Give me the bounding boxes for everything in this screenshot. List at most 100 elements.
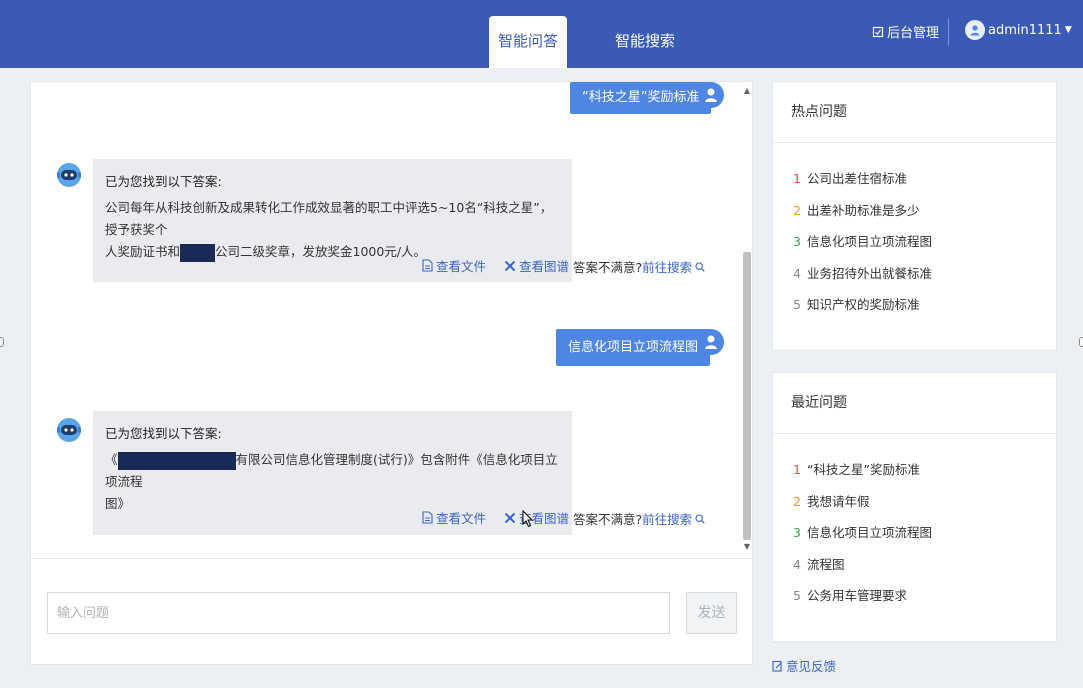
top-header: 智能问答 智能搜索 后台管理 admin1111 ▼ [0,0,1083,68]
hot-questions-card: 热点问题 1 公司出差住宿标准 2 出差补助标准是多少 3 信息化项目立项流程图 4业… [772,81,1057,351]
search-icon [695,513,705,524]
answer-text-line: 公司每年从科技创新及成果转化工作成效显著的职工中评选5~10名“科技之星”，授予… [105,200,553,237]
user-avatar-icon [698,82,724,108]
go-search-label: 前往搜索 [642,260,693,275]
hot-questions-list: 1 公司出差住宿标准 2 出差补助标准是多少 3 信息化项目立项流程图 4 业务招待外出… [773,143,1056,321]
send-button[interactable]: 发送 [686,592,737,634]
tab-smart-qa[interactable]: 智能问答 [489,16,567,68]
feedback-link[interactable]: 意见反馈 [772,656,836,675]
user-menu[interactable]: admin1111 ▼ [965,20,1072,40]
admin-icon [872,26,884,37]
item-text: 公司出差住宿标准 [807,171,908,186]
item-text: 信息化项目立项流程图 [807,234,933,250]
graph-icon [504,260,516,271]
hot-question-item[interactable]: 3 信息化项目立项流程图 [793,226,1056,258]
recent-questions-title: 最近问题 [773,373,1056,434]
view-graph-button[interactable]: 查看图谱 [504,508,569,527]
unsatisfied-prompt: 答案不满意? 前往搜索 [573,257,705,276]
answer-text-fragment: 公司二级奖章，发放奖金1000元/人。 [215,244,427,259]
item-text: 业务招待外出就餐标准 [807,265,933,281]
recent-question-item[interactable]: 4 流程图 [793,549,1056,581]
item-text: 知识产权的奖励标准 [807,297,920,313]
chat-messages: “科技之星”奖励标准 已为您找到以下答案: 公司每年从科技创新及成果转化工作成效… [31,82,739,558]
unsatisfied-label: 答案不满意? [573,260,643,275]
redacted-block [117,451,236,470]
recent-question-item[interactable]: 1 “科技之星”奖励标准 [793,454,1056,486]
scroll-down-arrow-icon[interactable]: ▼ [743,542,751,552]
recent-questions-list: 1 “科技之星”奖励标准 2 我想请年假 3 信息化项目立项流程图 4 流程图 5 公务用… [773,434,1056,612]
answer-text-line: 《有限公司信息化管理制度(试行)》包含附件《信息化项目立项流程 [105,449,560,493]
recent-question-item[interactable]: 3 信息化项目立项流程图 [793,517,1056,549]
item-text: 信息化项目立项流程图 [807,525,933,541]
scroll-thumb[interactable] [743,252,751,540]
recent-question-item[interactable]: 2 我想请年假 [793,486,1056,518]
item-text: 公务用车管理要求 [807,588,908,604]
item-number: 5 [793,588,801,604]
item-number: 2 [793,493,801,509]
recent-question-item[interactable]: 5 公务用车管理要求 [793,580,1056,612]
tab-smart-search[interactable]: 智能搜索 [605,16,685,68]
item-text: 流程图 [807,556,845,572]
user-message-bubble: “科技之星”奖励标准 [570,82,712,114]
header-divider [948,18,949,46]
item-text: “科技之星”奖励标准 [807,462,920,477]
item-text: 我想请年假 [807,493,870,509]
answer-actions: 查看文件 查看图谱 [422,508,569,527]
chat-divider [31,558,752,559]
answer-text-fragment: 《 [105,452,118,467]
view-file-label: 查看文件 [436,259,487,274]
answer-title: 已为您找到以下答案: [105,426,222,441]
item-number: 1 [793,171,801,186]
chat-scrollbar[interactable]: ▲ ▼ [741,82,753,558]
answer-text-fragment: 人奖励证书和 [105,244,181,259]
username-label: admin1111 [988,22,1062,38]
robot-avatar-icon [57,163,81,187]
view-graph-button[interactable]: 查看图谱 [504,256,569,275]
item-text: 出差补助标准是多少 [807,202,920,218]
recent-questions-card: 最近问题 1 “科技之星”奖励标准 2 我想请年假 3 信息化项目立项流程图 4 流程图… [772,372,1057,642]
admin-console-button[interactable]: 后台管理 [872,22,939,41]
item-number: 3 [793,234,801,250]
item-number: 4 [793,556,801,572]
window-resize-handle[interactable] [1079,337,1083,347]
graph-icon [504,512,516,523]
admin-console-label: 后台管理 [887,26,940,41]
answer-title: 已为您找到以下答案: [105,174,222,189]
view-file-button[interactable]: 查看文件 [422,508,486,527]
file-icon [422,259,433,272]
caret-down-icon: ▼ [1064,25,1072,35]
go-search-label: 前往搜索 [642,512,693,527]
scroll-up-arrow-icon[interactable]: ▲ [743,86,751,96]
window-resize-handle[interactable] [0,337,4,347]
hot-question-item[interactable]: 2 出差补助标准是多少 [793,195,1056,227]
hot-question-item[interactable]: 1 公司出差住宿标准 [793,163,1056,195]
mouse-cursor-icon [522,510,534,528]
answer-actions: 查看文件 查看图谱 [422,256,569,275]
item-number: 1 [793,462,801,477]
hot-question-item[interactable]: 5 知识产权的奖励标准 [793,289,1056,321]
item-number: 2 [793,202,801,218]
user-avatar-icon [698,329,724,355]
chat-panel: “科技之星”奖励标准 已为您找到以下答案: 公司每年从科技创新及成果转化工作成效… [30,81,753,665]
hot-question-item[interactable]: 4 业务招待外出就餐标准 [793,258,1056,290]
go-search-link[interactable]: 前往搜索 [642,257,705,276]
user-avatar-icon [965,20,985,40]
hot-questions-title: 热点问题 [773,82,1056,143]
unsatisfied-label: 答案不满意? [573,512,643,527]
question-input[interactable] [47,592,670,634]
view-file-label: 查看文件 [436,511,487,526]
item-number: 3 [793,525,801,541]
file-icon [422,511,433,524]
view-file-button[interactable]: 查看文件 [422,256,486,275]
feedback-label: 意见反馈 [786,659,837,674]
search-icon [695,261,705,272]
user-message-bubble: 信息化项目立项流程图 [556,329,711,366]
unsatisfied-prompt: 答案不满意? 前往搜索 [573,509,705,528]
view-graph-label: 查看图谱 [519,259,570,274]
redacted-block [180,243,216,262]
item-number: 4 [793,265,801,281]
robot-avatar-icon [57,418,81,442]
feedback-icon [772,660,782,672]
go-search-link[interactable]: 前往搜索 [642,509,705,528]
item-number: 5 [793,297,801,313]
